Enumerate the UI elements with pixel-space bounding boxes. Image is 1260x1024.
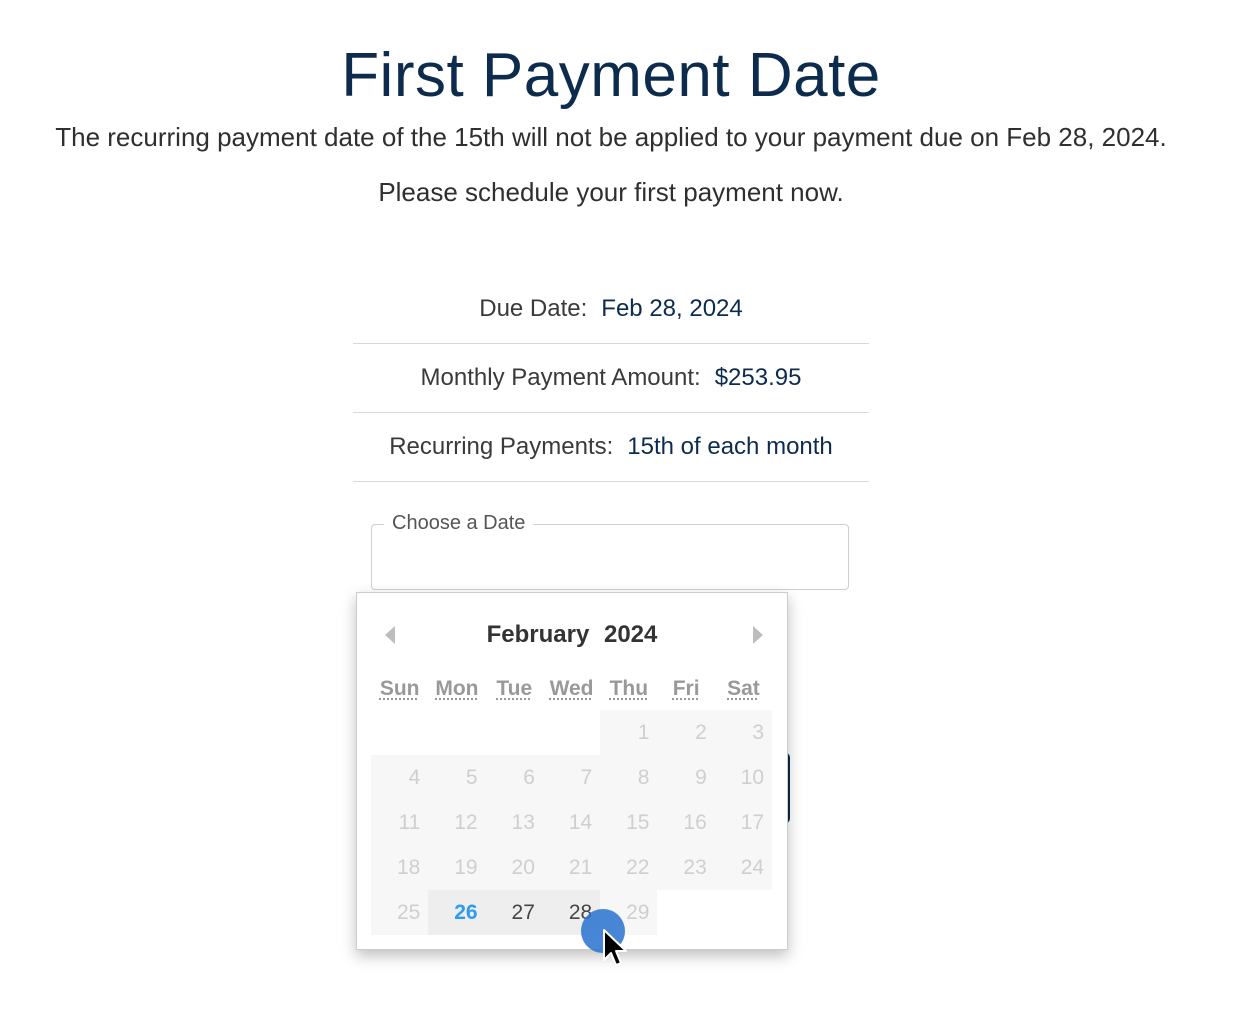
day-18: 18 bbox=[371, 845, 429, 890]
datepicker-title: February 2024 bbox=[357, 621, 787, 649]
payment-summary: Due Date: Feb 28, 2024 Monthly Payment A… bbox=[353, 275, 869, 482]
day-15: 15 bbox=[600, 800, 658, 845]
empty-day-cell bbox=[657, 890, 714, 935]
datepicker-header: February 2024 bbox=[357, 613, 787, 657]
weekday-wed: Wed bbox=[549, 677, 594, 700]
due-date-value: Feb 28, 2024 bbox=[601, 295, 743, 322]
schedule-instruction: Please schedule your first payment now. bbox=[378, 177, 844, 207]
weekday-sat: Sat bbox=[727, 677, 760, 700]
day-22: 22 bbox=[600, 845, 658, 890]
day-8: 8 bbox=[600, 755, 658, 800]
datepicker-popup: February 2024 Sun Mon Tue Wed Thu Fri Sat 1234… bbox=[356, 592, 788, 950]
calendar-week: 4 5 6 7 8 9 10 bbox=[371, 755, 773, 800]
page-title: First Payment Date bbox=[341, 41, 881, 110]
day-2: 2 bbox=[657, 710, 715, 755]
weekday-sun: Sun bbox=[379, 677, 420, 700]
day-13: 13 bbox=[485, 800, 543, 845]
day-11: 11 bbox=[371, 800, 429, 845]
day-4: 4 bbox=[371, 755, 429, 800]
day-12: 12 bbox=[428, 800, 486, 845]
recurring-label: Recurring Payments: bbox=[389, 433, 614, 460]
day-24: 24 bbox=[714, 845, 773, 890]
mouse-pointer-icon bbox=[603, 929, 627, 966]
day-20: 20 bbox=[485, 845, 543, 890]
day-9: 9 bbox=[657, 755, 715, 800]
month-label: February bbox=[486, 621, 590, 648]
day-7: 7 bbox=[542, 755, 601, 800]
calendar-week: 123 bbox=[371, 710, 773, 755]
weekday-mon: Mon bbox=[435, 677, 479, 700]
weekday-fri: Fri bbox=[672, 677, 700, 700]
day-6: 6 bbox=[485, 755, 543, 800]
due-date-label: Due Date: bbox=[479, 295, 588, 322]
empty-day-cell bbox=[715, 890, 772, 935]
weekday-thu: Thu bbox=[609, 677, 649, 700]
day-27[interactable]: 27 bbox=[485, 890, 543, 935]
day-5: 5 bbox=[428, 755, 486, 800]
calendar-week: 18 19 20 21 22 23 24 bbox=[371, 845, 773, 890]
day-26[interactable]: 26 bbox=[428, 890, 486, 935]
day-3: 3 bbox=[714, 710, 773, 755]
empty-day-cell bbox=[486, 710, 543, 755]
chevron-right-icon[interactable] bbox=[753, 626, 763, 644]
monthly-amount-row: Monthly Payment Amount: $253.95 bbox=[353, 344, 869, 413]
monthly-amount-value: $253.95 bbox=[714, 364, 802, 391]
weekday-tue: Tue bbox=[496, 677, 533, 700]
day-16: 16 bbox=[657, 800, 715, 845]
date-input-label: Choose a Date bbox=[384, 512, 534, 535]
recurring-notice: The recurring payment date of the 15th w… bbox=[55, 122, 1167, 152]
day-1: 1 bbox=[600, 710, 658, 755]
empty-day-cell bbox=[543, 710, 600, 755]
monthly-amount-label: Monthly Payment Amount: bbox=[420, 364, 701, 391]
calendar-week: 25 26 27 28 29 bbox=[371, 890, 772, 935]
weekday-header: Sun Mon Tue Wed Thu Fri Sat bbox=[371, 677, 772, 701]
empty-day-cell bbox=[371, 710, 428, 755]
calendar-week: 11 12 13 14 15 16 17 bbox=[371, 800, 773, 845]
day-19: 19 bbox=[428, 845, 486, 890]
day-23: 23 bbox=[657, 845, 715, 890]
year-label: 2024 bbox=[603, 621, 658, 648]
day-grid: 1 2 3 4 5 6 7 8 9 10 11 12 13 14 15 16 17 18 19 20 21 22 23 24 2… bbox=[371, 710, 773, 935]
day-21: 21 bbox=[542, 845, 601, 890]
day-17: 17 bbox=[714, 800, 773, 845]
recurring-row: Recurring Payments: 15th of each month bbox=[353, 413, 869, 482]
day-10: 10 bbox=[714, 755, 773, 800]
empty-day-cell bbox=[428, 710, 485, 755]
recurring-value: 15th of each month bbox=[627, 433, 833, 460]
due-date-row: Due Date: Feb 28, 2024 bbox=[353, 275, 869, 344]
day-25: 25 bbox=[371, 890, 429, 935]
day-14: 14 bbox=[542, 800, 601, 845]
